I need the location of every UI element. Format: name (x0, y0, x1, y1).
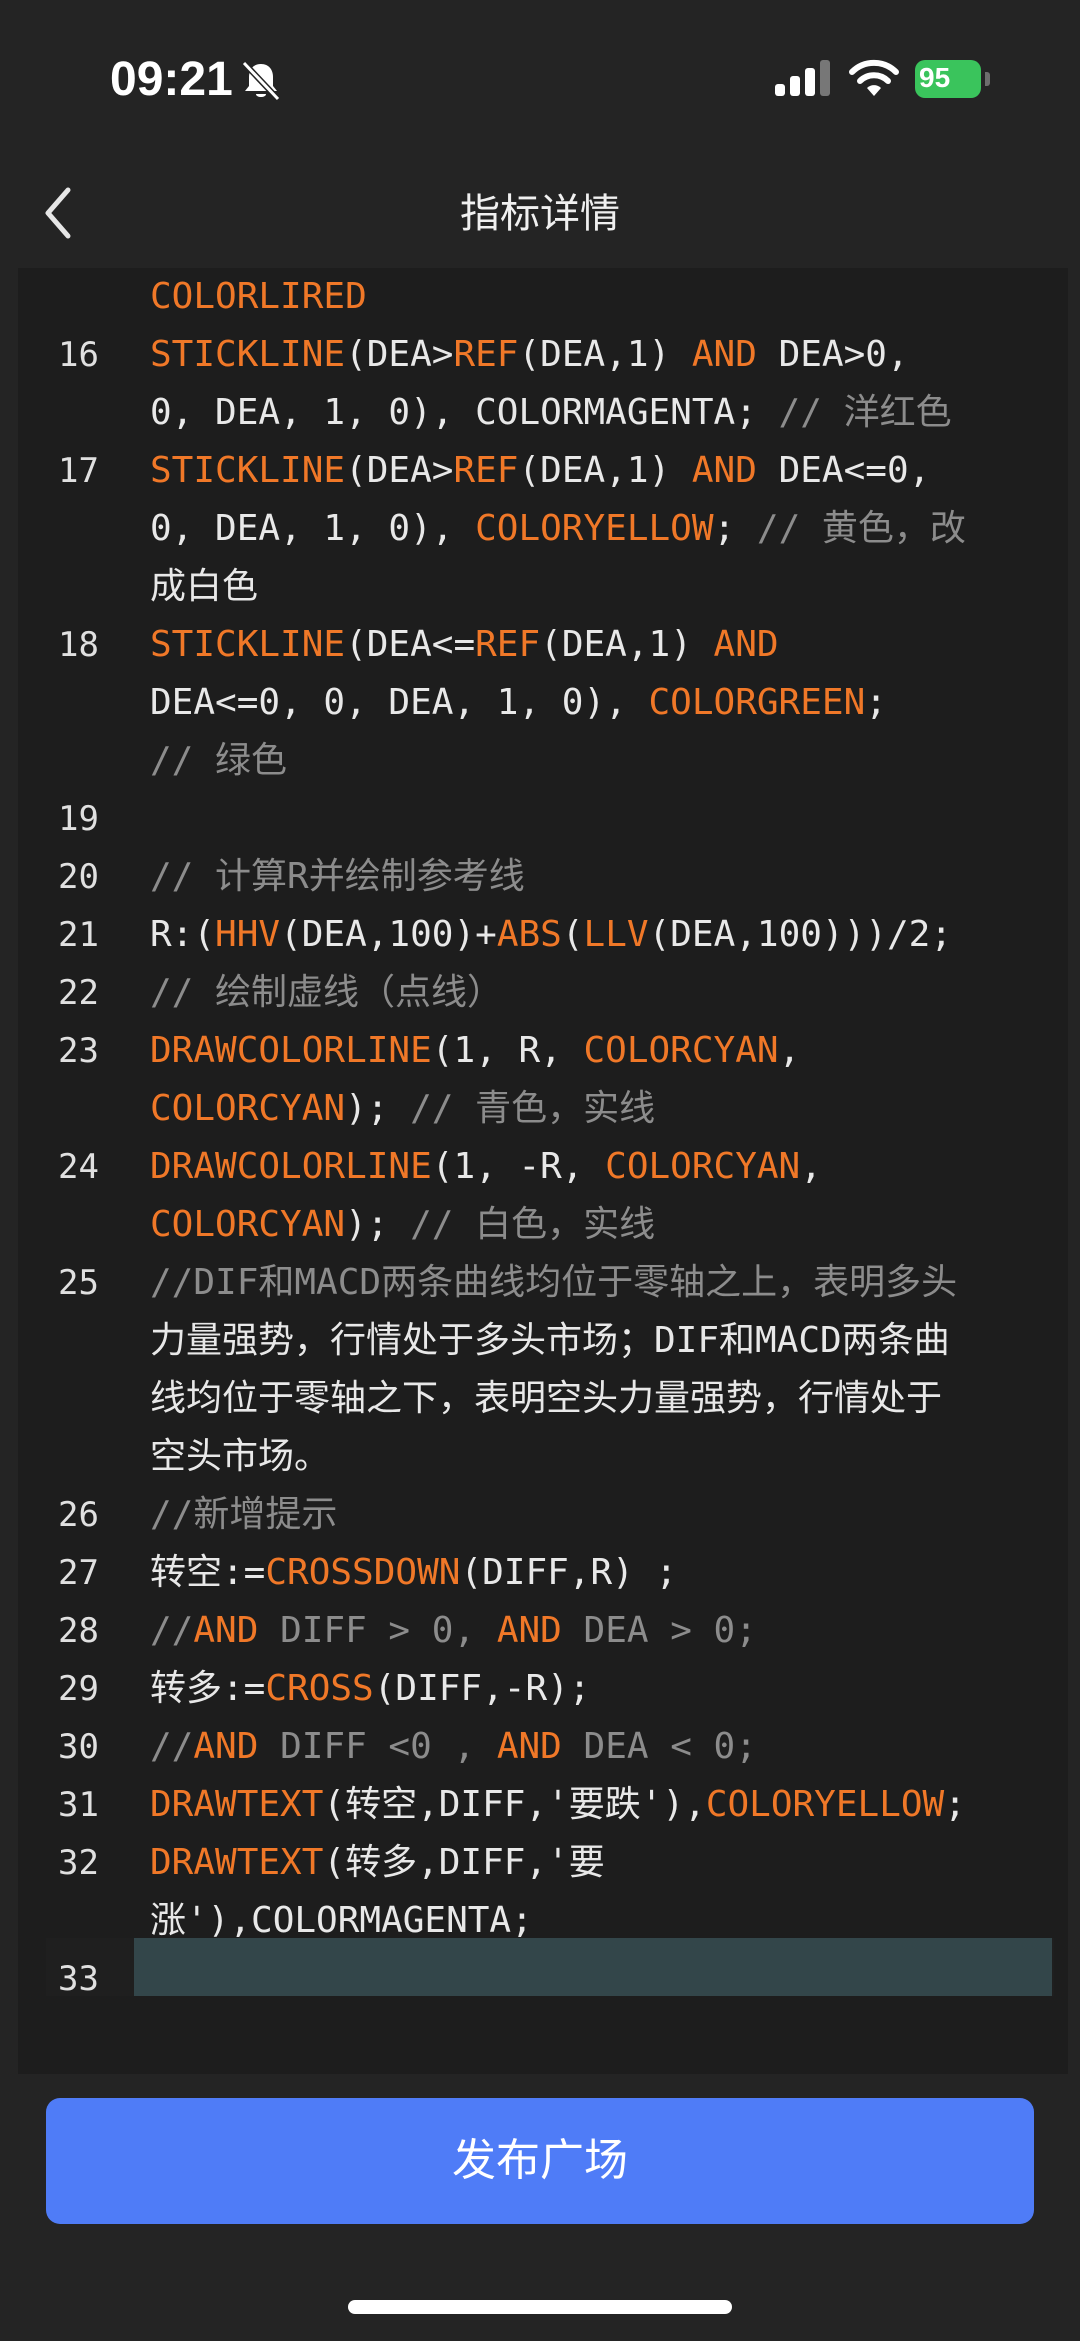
code-text[interactable]: //新增提示 (150, 1486, 337, 1544)
nav-bar: 指标详情 (0, 160, 1080, 268)
code-line[interactable]: // 绿色 (18, 732, 1068, 790)
code-text[interactable]: //AND DIFF > 0, AND DEA > 0; (150, 1602, 757, 1660)
code-line[interactable]: 21 R:(HHV(DEA,100)+ABS(LLV(DEA,100)))/2; (18, 906, 1068, 964)
code-line[interactable]: 32 DRAWTEXT(转多,DIFF,'要 (18, 1834, 1068, 1892)
line-number: 32 (58, 1843, 99, 1883)
code-text[interactable]: DRAWCOLORLINE(1, R, COLORCYAN, (150, 1022, 800, 1080)
line-number: 29 (58, 1669, 99, 1709)
code-line[interactable]: DEA<=0, 0, DEA, 1, 0), COLORGREEN; (18, 674, 1068, 732)
line-number: 26 (58, 1495, 99, 1535)
code-text[interactable]: DRAWTEXT(转空,DIFF,'要跌'),COLORYELLOW; (150, 1776, 966, 1834)
code-line[interactable]: 18 STICKLINE(DEA<=REF(DEA,1) AND (18, 616, 1068, 674)
code-line[interactable]: 成白色 (18, 558, 1068, 616)
code-text[interactable]: 空头市场。 (150, 1428, 330, 1486)
code-text[interactable]: 涨'),COLORMAGENTA; (150, 1892, 533, 1950)
code-line[interactable]: 0, DEA, 1, 0), COLORMAGENTA; // 洋红色 (18, 384, 1068, 442)
code-line[interactable]: 24 DRAWCOLORLINE(1, -R, COLORCYAN, (18, 1138, 1068, 1196)
publish-button[interactable]: 发布广场 (46, 2098, 1034, 2224)
code-line[interactable]: 涨'),COLORMAGENTA; (18, 1892, 1068, 1950)
line-number: 22 (58, 973, 99, 1013)
code-text[interactable]: COLORCYAN); // 白色，实线 (150, 1196, 655, 1254)
code-text[interactable]: 力量强势，行情处于多头市场；DIF和MACD两条曲 (150, 1312, 950, 1370)
code-text[interactable]: DEA<=0, 0, DEA, 1, 0), COLORGREEN; (150, 674, 887, 732)
code-text[interactable]: 转空:=CROSSDOWN(DIFF,R) ; (150, 1544, 677, 1602)
line-number: 28 (58, 1611, 99, 1651)
code-line[interactable]: COLORCYAN); // 青色，实线 (18, 1080, 1068, 1138)
code-line[interactable]: 力量强势，行情处于多头市场；DIF和MACD两条曲 (18, 1312, 1068, 1370)
status-bar: 09:21 95 (0, 0, 1080, 160)
battery-level: 95 (919, 62, 951, 93)
code-line[interactable]: 26 //新增提示 (18, 1486, 1068, 1544)
code-line[interactable]: 28 //AND DIFF > 0, AND DEA > 0; (18, 1602, 1068, 1660)
line-number: 17 (58, 451, 99, 491)
code-line[interactable]: 17 STICKLINE(DEA>REF(DEA,1) AND DEA<=0, (18, 442, 1068, 500)
cellular-signal-icon (775, 60, 830, 96)
code-line[interactable]: 线均位于零轴之下，表明空头力量强势，行情处于 (18, 1370, 1068, 1428)
code-line[interactable]: COLORCYAN); // 白色，实线 (18, 1196, 1068, 1254)
code-text[interactable]: R:(HHV(DEA,100)+ABS(LLV(DEA,100)))/2; (150, 906, 952, 964)
code-line[interactable]: 30 //AND DIFF <0 , AND DEA < 0; (18, 1718, 1068, 1776)
home-indicator (348, 2300, 732, 2314)
code-text[interactable]: 0, DEA, 1, 0), COLORYELLOW; // 黄色，改 (150, 500, 966, 558)
line-number: 23 (58, 1031, 99, 1071)
battery-indicator: 95 (915, 60, 991, 100)
code-line[interactable]: 33 (18, 1950, 1068, 2008)
line-number: 33 (58, 1959, 99, 1999)
code-text[interactable]: DRAWTEXT(转多,DIFF,'要 (150, 1834, 605, 1892)
wifi-icon (849, 59, 899, 96)
code-line[interactable]: 31 DRAWTEXT(转空,DIFF,'要跌'),COLORYELLOW; (18, 1776, 1068, 1834)
code-line[interactable]: 16 STICKLINE(DEA>REF(DEA,1) AND DEA>0, (18, 326, 1068, 384)
code-text[interactable]: DRAWCOLORLINE(1, -R, COLORCYAN, (150, 1138, 822, 1196)
code-line[interactable]: 29 转多:=CROSS(DIFF,-R); (18, 1660, 1068, 1718)
bell-muted-icon (241, 60, 281, 102)
code-text[interactable]: 转多:=CROSS(DIFF,-R); (150, 1660, 590, 1718)
line-number: 24 (58, 1147, 99, 1187)
code-line[interactable]: 20 // 计算R并绘制参考线 (18, 848, 1068, 906)
code-line[interactable]: 19 (18, 790, 1068, 848)
line-number: 20 (58, 857, 99, 897)
code-text[interactable]: 成白色 (150, 558, 258, 616)
code-editor[interactable]: COLORLIRED 16 STICKLINE(DEA>REF(DEA,1) AND… (18, 268, 1068, 2074)
code-text[interactable]: // 绿色 (150, 732, 287, 790)
code-text[interactable]: 0, DEA, 1, 0), COLORMAGENTA; // 洋红色 (150, 384, 952, 442)
code-line[interactable]: 22 // 绘制虚线（点线） (18, 964, 1068, 1022)
code-text[interactable]: //AND DIFF <0 , AND DEA < 0; (150, 1718, 757, 1776)
code-line[interactable]: COLORLIRED (18, 268, 1068, 326)
line-number: 30 (58, 1727, 99, 1767)
line-number: 19 (58, 799, 99, 839)
code-text[interactable]: //DIF和MACD两条曲线均位于零轴之上，表明多头 (150, 1254, 957, 1312)
code-line[interactable]: 空头市场。 (18, 1428, 1068, 1486)
code-line[interactable]: 23 DRAWCOLORLINE(1, R, COLORCYAN, (18, 1022, 1068, 1080)
code-text[interactable]: // 计算R并绘制参考线 (150, 848, 525, 906)
line-number: 16 (58, 335, 99, 375)
code-text[interactable]: COLORLIRED (150, 268, 367, 326)
line-number: 27 (58, 1553, 99, 1593)
code-text[interactable]: // 绘制虚线（点线） (150, 964, 503, 1022)
code-text[interactable]: STICKLINE(DEA<=REF(DEA,1) AND (150, 616, 779, 674)
status-time: 09:21 (110, 53, 233, 106)
code-line[interactable]: 27 转空:=CROSSDOWN(DIFF,R) ; (18, 1544, 1068, 1602)
line-number: 25 (58, 1263, 99, 1303)
code-text[interactable]: 线均位于零轴之下，表明空头力量强势，行情处于 (150, 1370, 942, 1428)
code-line[interactable]: 0, DEA, 1, 0), COLORYELLOW; // 黄色，改 (18, 500, 1068, 558)
code-text[interactable]: COLORCYAN); // 青色，实线 (150, 1080, 655, 1138)
line-number: 31 (58, 1785, 99, 1825)
code-line[interactable]: 25 //DIF和MACD两条曲线均位于零轴之上，表明多头 (18, 1254, 1068, 1312)
line-number: 18 (58, 625, 99, 665)
line-number: 21 (58, 915, 99, 955)
code-text[interactable]: STICKLINE(DEA>REF(DEA,1) AND DEA>0, (150, 326, 909, 384)
page-title: 指标详情 (460, 191, 620, 237)
code-text[interactable]: STICKLINE(DEA>REF(DEA,1) AND DEA<=0, (150, 442, 930, 500)
